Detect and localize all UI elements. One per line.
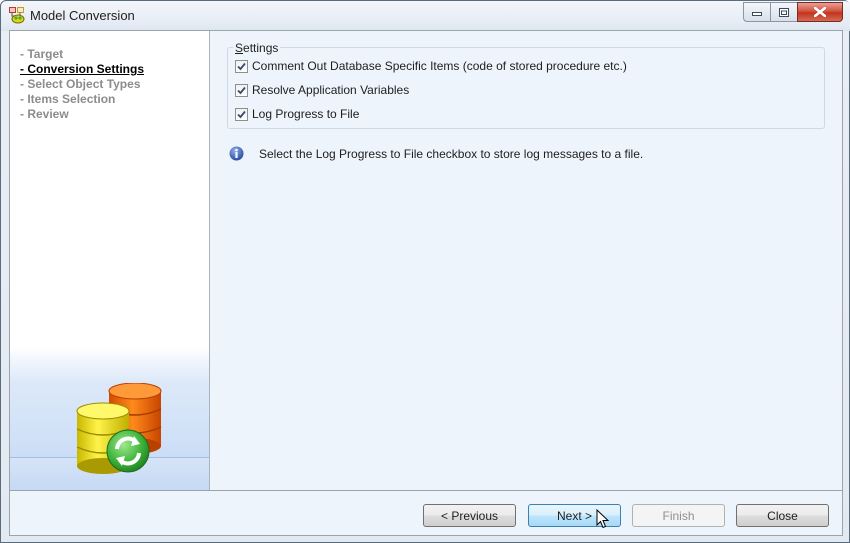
step-review: - Review <box>20 107 69 121</box>
title-bar[interactable]: Model Conversion <box>1 1 850 31</box>
dialog-client-area: - Target - Conversion Settings - Select … <box>9 30 843 536</box>
maximize-button[interactable] <box>770 2 797 22</box>
checkbox-resolve-app-variables[interactable] <box>235 83 248 97</box>
previous-button[interactable]: < Previous <box>423 504 516 527</box>
option-comment-out-db-items[interactable]: Comment Out Database Specific Items (cod… <box>235 59 627 73</box>
info-text: Select the Log Progress to File checkbox… <box>259 146 644 161</box>
model-conversion-window: Model Conversion - Target - Conversion S… <box>0 0 850 543</box>
step-conversion-settings: - Conversion Settings <box>20 62 145 76</box>
finish-button[interactable]: Finish <box>632 504 725 527</box>
model-conversion-app-icon <box>9 7 25 24</box>
option-label: Log Progress to File <box>252 107 360 121</box>
settings-groupbox: Settings Comment Out Database Specific I… <box>227 41 825 129</box>
window-controls <box>743 2 843 22</box>
close-icon <box>814 7 826 17</box>
maximize-icon <box>779 7 789 17</box>
info-icon <box>229 146 244 161</box>
settings-panel: Settings Comment Out Database Specific I… <box>210 31 842 490</box>
wizard-step-list: - Target - Conversion Settings - Select … <box>20 47 144 122</box>
option-resolve-app-variables[interactable]: Resolve Application Variables <box>235 83 409 97</box>
settings-title-rest: ettings <box>243 41 279 55</box>
settings-group-title: Settings <box>233 41 281 55</box>
database-convert-illustration-icon <box>76 383 162 474</box>
checkmark-icon <box>237 86 246 94</box>
option-label: Comment Out Database Specific Items (cod… <box>252 59 627 73</box>
close-button[interactable]: Close <box>736 504 829 527</box>
info-message: Select the Log Progress to File checkbox… <box>229 146 643 161</box>
option-label: Resolve Application Variables <box>252 83 410 97</box>
minimize-icon <box>752 12 762 16</box>
step-select-object-types: - Select Object Types <box>20 77 141 91</box>
wizard-steps-panel: - Target - Conversion Settings - Select … <box>10 31 210 490</box>
mouse-cursor-icon <box>596 509 610 529</box>
option-log-progress-to-file[interactable]: Log Progress to File <box>235 107 359 121</box>
step-target: - Target <box>20 47 64 61</box>
checkmark-icon <box>237 62 246 70</box>
settings-title-mnemonic: S <box>235 41 244 55</box>
checkmark-icon <box>237 110 246 118</box>
wizard-button-bar: < Previous Next > Finish Close <box>10 490 842 535</box>
close-window-button[interactable] <box>797 2 843 22</box>
step-items-selection: - Items Selection <box>20 92 116 106</box>
checkbox-comment-out-db-items[interactable] <box>235 59 248 73</box>
window-title: Model Conversion <box>30 8 135 23</box>
checkbox-log-progress-to-file[interactable] <box>235 107 248 121</box>
minimize-button[interactable] <box>743 2 770 22</box>
